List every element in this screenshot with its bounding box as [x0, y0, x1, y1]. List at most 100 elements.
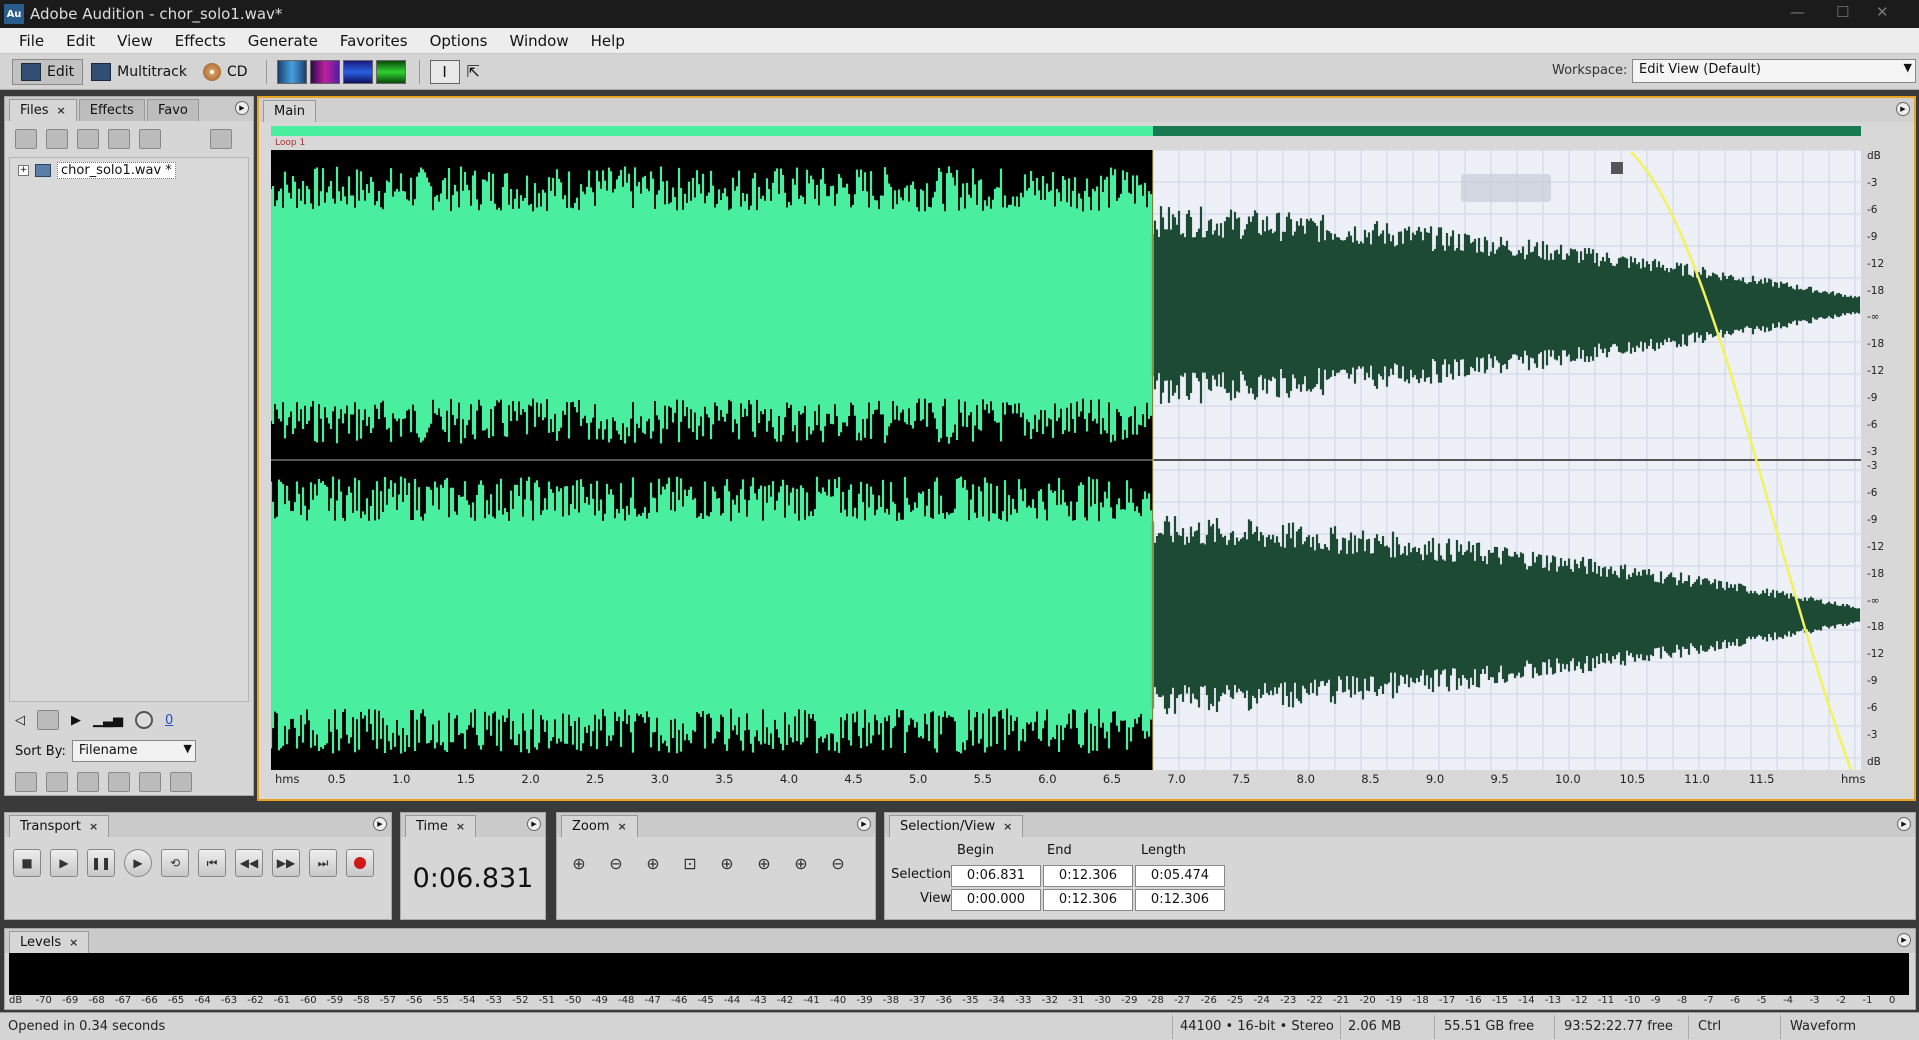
- close-tab-icon[interactable]: ×: [1003, 820, 1012, 833]
- loop-play-button[interactable]: ⟲: [161, 849, 189, 877]
- time-ruler[interactable]: hms hms 0.5 1.0 1.5 2.0 2.5 3.0 3.5 4.0 4.5 5.0 5.…: [271, 770, 1901, 788]
- spectral-phase-icon[interactable]: [375, 59, 406, 84]
- spectral-display-icon[interactable]: [309, 59, 340, 84]
- menu-options[interactable]: Options: [419, 32, 499, 50]
- zoom-out-full-icon[interactable]: ⊡: [676, 849, 704, 877]
- close-tab-icon[interactable]: ×: [89, 820, 98, 833]
- close-tab-icon[interactable]: ×: [617, 820, 626, 833]
- insert-multitrack-icon[interactable]: [77, 129, 99, 149]
- tab-effects[interactable]: Effects: [78, 99, 145, 121]
- menu-help[interactable]: Help: [580, 32, 636, 50]
- zoom-out-amplitude-icon[interactable]: ⊖: [602, 849, 630, 877]
- show-options-icon[interactable]: [210, 129, 232, 149]
- panel-menu-icon[interactable]: ▶: [857, 817, 871, 831]
- tab-levels[interactable]: Levels ×: [9, 931, 90, 953]
- tab-main[interactable]: Main: [263, 100, 317, 122]
- close-file-icon[interactable]: [46, 129, 68, 149]
- speaker-icon[interactable]: ◁: [15, 713, 25, 728]
- close-icon[interactable]: ✕: [1876, 3, 1889, 21]
- go-to-end-button[interactable]: ⏭: [309, 849, 337, 877]
- stop-button[interactable]: ■: [13, 849, 41, 877]
- selection-end-field[interactable]: 0:12.306: [1043, 865, 1133, 887]
- rewind-button[interactable]: ◀◀: [235, 849, 263, 877]
- view-begin-field[interactable]: 0:00.000: [951, 889, 1041, 911]
- zoom-to-right-icon[interactable]: ⊕: [750, 849, 778, 877]
- menu-effects[interactable]: Effects: [164, 32, 237, 50]
- level-scale-label: -18: [1412, 995, 1429, 1006]
- level-scale-label: -60: [300, 995, 317, 1006]
- volume-value[interactable]: 0: [165, 713, 173, 728]
- view-length-field[interactable]: 0:12.306: [1135, 889, 1225, 911]
- level-scale-label: -10: [1624, 995, 1641, 1006]
- workspace-select[interactable]: Edit View (Default) ▼: [1632, 59, 1916, 83]
- waveform-svg[interactable]: [269, 149, 1861, 771]
- view-end-field[interactable]: 0:12.306: [1043, 889, 1133, 911]
- overview-selection[interactable]: [271, 126, 1153, 136]
- panel-menu-icon[interactable]: ▶: [1897, 817, 1911, 831]
- edit-view-button[interactable]: Edit: [12, 58, 84, 85]
- panel-menu-icon[interactable]: ▶: [527, 817, 541, 831]
- tab-selection-view[interactable]: Selection/View ×: [889, 815, 1024, 837]
- panel-menu-icon[interactable]: ▶: [235, 101, 249, 115]
- sort-by-select[interactable]: Filename ▼: [71, 740, 196, 762]
- level-scale-label: -22: [1306, 995, 1323, 1006]
- time-tabstrip: Time × ▶: [401, 813, 545, 837]
- selection-length-field[interactable]: 0:05.474: [1135, 865, 1225, 887]
- menu-file[interactable]: File: [8, 32, 55, 50]
- menu-edit[interactable]: Edit: [55, 32, 106, 50]
- filter-icon[interactable]: [139, 772, 161, 792]
- import-file-icon[interactable]: [15, 129, 37, 149]
- tab-time[interactable]: Time ×: [405, 815, 477, 837]
- waveform-display-icon[interactable]: [276, 59, 307, 84]
- cd-view-button[interactable]: CD: [195, 59, 256, 85]
- loop-icon[interactable]: [37, 710, 59, 730]
- tab-favorites[interactable]: Favo: [146, 99, 199, 121]
- zoom-to-left-icon[interactable]: ⊕: [713, 849, 741, 877]
- menu-view[interactable]: View: [106, 32, 164, 50]
- waveform-display[interactable]: [269, 149, 1861, 771]
- show-audio-icon[interactable]: [15, 772, 37, 792]
- minimize-icon[interactable]: —: [1790, 3, 1805, 21]
- go-to-start-button[interactable]: ⏮: [198, 849, 226, 877]
- maximize-icon[interactable]: ☐: [1836, 3, 1849, 21]
- zoom-in-amplitude-icon[interactable]: ⊕: [565, 849, 593, 877]
- expand-icon[interactable]: +: [18, 165, 29, 176]
- view-options-icon[interactable]: [170, 772, 192, 792]
- pause-button[interactable]: ❚❚: [87, 849, 115, 877]
- play-icon[interactable]: ▶: [71, 713, 81, 728]
- volume-knob[interactable]: [135, 711, 153, 729]
- menu-favorites[interactable]: Favorites: [329, 32, 419, 50]
- tab-files[interactable]: Files ×: [9, 99, 77, 121]
- spectral-pan-icon[interactable]: [342, 59, 373, 84]
- close-tab-icon[interactable]: ×: [456, 820, 465, 833]
- play-button[interactable]: ▶: [50, 849, 78, 877]
- zoom-in-vertical-icon[interactable]: ⊕: [787, 849, 815, 877]
- show-midi-icon[interactable]: [77, 772, 99, 792]
- play-to-end-button[interactable]: ▶: [124, 849, 152, 877]
- list-item[interactable]: + chor_solo1.wav *: [18, 162, 240, 179]
- show-loops-icon[interactable]: [46, 772, 68, 792]
- fast-forward-button[interactable]: ▶▶: [272, 849, 300, 877]
- overview-bar[interactable]: [271, 126, 1861, 136]
- panel-menu-icon[interactable]: ▶: [1896, 102, 1910, 116]
- ruler-tick-label: 10.0: [1555, 772, 1581, 786]
- multitrack-view-button[interactable]: Multitrack: [83, 59, 195, 85]
- menu-generate[interactable]: Generate: [237, 32, 329, 50]
- show-video-icon[interactable]: [108, 772, 130, 792]
- zoom-in-time-icon[interactable]: ⊕: [639, 849, 667, 877]
- menu-window[interactable]: Window: [498, 32, 579, 50]
- panel-menu-icon[interactable]: ▶: [373, 817, 387, 831]
- hybrid-tool-icon[interactable]: ⇱: [467, 62, 480, 81]
- tab-transport[interactable]: Transport ×: [9, 815, 110, 837]
- selection-begin-field[interactable]: 0:06.831: [951, 865, 1041, 887]
- edit-file-icon[interactable]: [139, 129, 161, 149]
- panel-menu-icon[interactable]: ▶: [1897, 933, 1911, 947]
- record-button[interactable]: [346, 849, 374, 877]
- time-selection-tool-icon[interactable]: I: [429, 59, 460, 84]
- close-tab-icon[interactable]: ×: [69, 936, 78, 949]
- close-tab-icon[interactable]: ×: [57, 104, 66, 117]
- tab-zoom[interactable]: Zoom ×: [561, 815, 638, 837]
- file-name[interactable]: chor_solo1.wav *: [57, 162, 176, 179]
- zoom-out-vertical-icon[interactable]: ⊖: [824, 849, 852, 877]
- insert-cd-icon[interactable]: [108, 129, 130, 149]
